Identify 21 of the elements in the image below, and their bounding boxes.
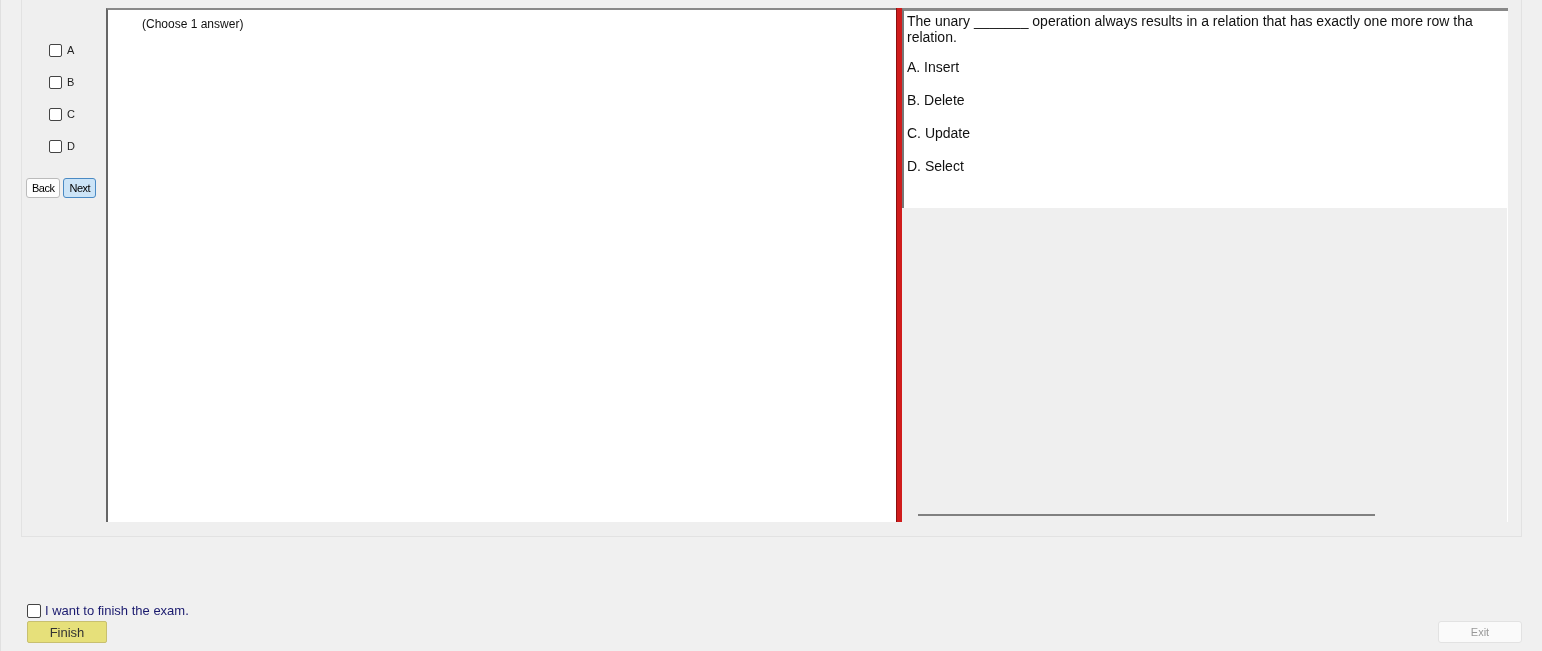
choice-text: B. Delete — [907, 92, 966, 110]
option-label: A — [67, 44, 75, 56]
next-button[interactable]: Next — [63, 178, 97, 198]
finish-checkbox[interactable] — [27, 603, 41, 618]
option-label: C — [67, 108, 75, 120]
back-button[interactable]: Back — [26, 178, 61, 198]
answer-checkbox[interactable] — [49, 75, 62, 89]
instruction-text: (Choose 1 answer) — [142, 17, 244, 31]
choice-text: C. Update — [907, 125, 972, 143]
option-label: B — [67, 76, 75, 88]
answer-checkbox[interactable] — [49, 43, 62, 57]
horizontal-scrollbar[interactable] — [918, 514, 1375, 516]
choice-text: A. Insert — [907, 59, 961, 77]
finish-label: I want to finish the exam. — [45, 603, 189, 618]
answer-checkbox[interactable] — [49, 107, 62, 121]
question-text: The unary _______ operation always results in a relation that has exactly one more row tha — [907, 13, 1474, 29]
question-text: relation. — [907, 29, 958, 45]
answer-checkbox[interactable] — [49, 139, 62, 153]
option-label: D — [67, 140, 75, 152]
choice-text: D. Select — [907, 158, 965, 176]
finish-button[interactable]: Finish — [27, 621, 107, 643]
